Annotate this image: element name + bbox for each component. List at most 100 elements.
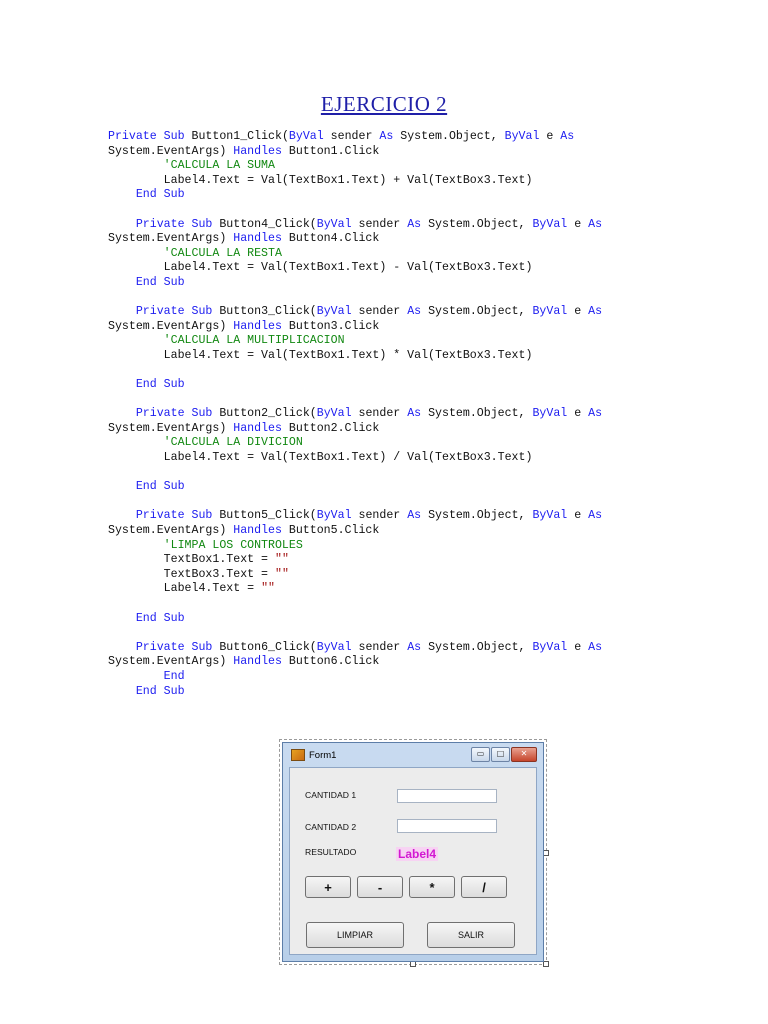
code-line: End Sub [108,612,602,627]
code-line: End Sub [108,685,602,700]
code-text: Button4.Click [281,232,380,246]
code-text: sender [351,305,408,319]
code-text: System.Object, [421,217,533,231]
code-line: TextBox3.Text = "" [108,568,602,583]
code-comment: 'CALCULA LA SUMA [108,159,275,173]
code-comment: 'LIMPA LOS CONTROLES [108,538,303,552]
form-client-area: CANTIDAD 1 CANTIDAD 2 RESULTADO Label4 +… [289,767,537,955]
code-line: 'CALCULA LA MULTIPLICACION [108,334,602,349]
code-line: System.EventArgs) Handles Button3.Click [108,320,602,335]
minimize-icon[interactable]: ▭ [471,747,490,762]
code-line: System.EventArgs) Handles Button4.Click [108,232,602,247]
code-text: TextBox1.Text = [108,553,275,567]
code-text: e [567,217,589,231]
code-keyword: As [588,217,603,231]
code-text: Button4_Click( [219,217,317,231]
code-keyword: As [407,407,422,421]
code-keyword: Handles [233,655,282,669]
code-keyword: As [560,130,575,143]
code-keyword: Private Sub [135,407,220,421]
code-line: Private Sub Button2_Click(ByVal sender A… [108,407,602,422]
code-keyword: Handles [233,524,282,538]
label-cantidad-2: CANTIDAD 2 [305,822,357,832]
add-button[interactable]: + [305,876,351,898]
code-text: Label4.Text = Val(TextBox1.Text) * Val(T… [108,348,533,362]
form1-window: Form1 ▭ □ ✕ CANTIDAD 1 CANTIDAD 2 RESULT… [282,742,544,962]
form-titlebar[interactable]: Form1 ▭ □ ✕ [283,743,543,767]
code-text: System.Object, [393,130,505,143]
code-keyword: As [407,305,422,319]
code-text: Label4.Text = Val(TextBox1.Text) + Val(T… [108,173,533,187]
code-keyword: Private Sub [135,305,220,319]
code-keyword: End Sub [135,611,185,625]
code-keyword: End Sub [135,275,185,289]
window-controls: ▭ □ ✕ [471,747,537,762]
limpiar-button[interactable]: LIMPIAR [306,922,404,948]
code-line: End Sub [108,480,602,495]
code-text: System.Object, [421,407,533,421]
form-title: Form1 [309,749,337,761]
salir-button[interactable]: SALIR [427,922,515,948]
label-resultado: RESULTADO [305,847,357,857]
code-text: System.Object, [421,640,533,654]
code-keyword: Handles [233,319,282,333]
code-string: "" [274,553,289,567]
code-keyword: ByVal [532,640,568,654]
code-keyword: End Sub [135,480,185,494]
code-line: System.EventArgs) Handles Button1.Click [108,145,602,160]
code-text: Button5.Click [281,524,380,538]
code-line: End Sub [108,276,602,291]
code-keyword: End Sub [135,378,185,392]
code-keyword: End [163,669,185,683]
code-keyword: As [407,640,422,654]
code-text: Button3.Click [281,319,380,333]
code-line: Private Sub Button5_Click(ByVal sender A… [108,509,602,524]
divide-button[interactable]: / [461,876,507,898]
code-text: sender [323,130,380,143]
code-keyword: As [407,217,422,231]
textbox3-input[interactable] [397,819,497,833]
textbox1-input[interactable] [397,789,497,803]
code-line: TextBox1.Text = "" [108,553,602,568]
maximize-icon[interactable]: □ [491,747,510,762]
multiply-button[interactable]: * [409,876,455,898]
code-keyword: As [379,130,394,143]
code-line: Private Sub Button3_Click(ByVal sender A… [108,305,602,320]
code-text: e [567,407,589,421]
code-text: sender [351,217,408,231]
code-line: 'CALCULA LA DIVICION [108,436,602,451]
code-line: Label4.Text = Val(TextBox1.Text) - Val(T… [108,261,602,276]
code-text: Button5_Click( [219,509,317,523]
code-string: "" [274,567,289,581]
code-keyword: ByVal [316,640,352,654]
subtract-button[interactable]: - [357,876,403,898]
code-keyword: As [588,305,603,319]
code-keyword: Handles [233,421,282,435]
code-comment: 'CALCULA LA DIVICION [108,436,303,450]
code-keyword: ByVal [316,305,352,319]
code-keyword: As [588,640,603,654]
code-text: sender [351,407,408,421]
code-line: Label4.Text = "" [108,582,602,597]
label4-result: Label4 [396,847,439,861]
code-listing: Private Sub Button1_Click(ByVal sender A… [108,130,602,699]
code-line: Private Sub Button6_Click(ByVal sender A… [108,641,602,656]
code-text: TextBox3.Text = [108,567,275,581]
code-line: System.EventArgs) Handles Button6.Click [108,655,602,670]
code-keyword: End Sub [135,188,185,202]
code-keyword: ByVal [532,407,568,421]
code-line: Label4.Text = Val(TextBox1.Text) * Val(T… [108,349,602,364]
code-keyword: Private Sub [108,130,192,143]
close-icon[interactable]: ✕ [511,747,537,762]
